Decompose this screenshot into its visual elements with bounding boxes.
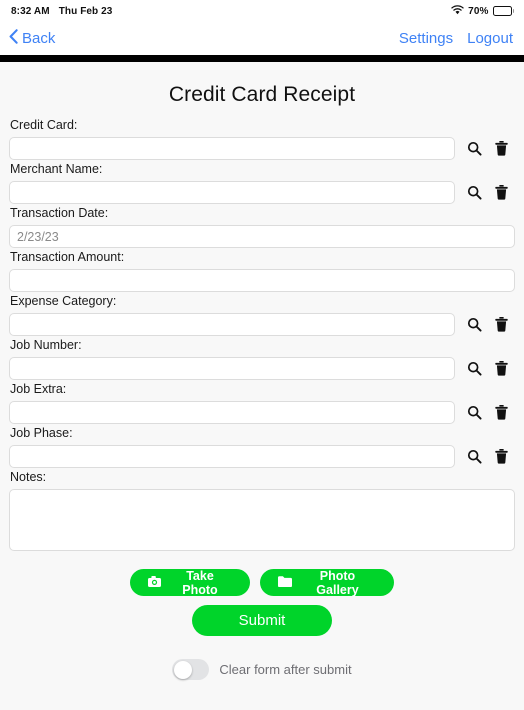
notes-textarea[interactable] — [9, 489, 515, 551]
submit-button[interactable]: Submit — [192, 605, 332, 636]
field-label: Merchant Name: — [10, 162, 103, 176]
page-title: Credit Card Receipt — [168, 83, 356, 106]
status-time: 8:32 AM — [11, 5, 50, 17]
trash-icon[interactable] — [488, 445, 515, 468]
field-label: Job Number: — [10, 338, 82, 352]
photo-gallery-label: Photo Gallery — [316, 568, 359, 597]
field-row — [9, 225, 515, 248]
field-input[interactable] — [9, 269, 515, 292]
field-label: Job Extra: — [10, 382, 67, 396]
search-icon[interactable] — [462, 357, 489, 380]
take-photo-label: Take Photo — [182, 568, 218, 597]
field-input[interactable] — [9, 181, 455, 204]
field-input[interactable] — [9, 401, 455, 424]
chevron-left-icon — [9, 29, 18, 48]
form-fields: Credit Card: Merchant Name: Transaction Da… — [9, 116, 515, 468]
notes-label: Notes: — [10, 470, 47, 484]
folder-icon — [278, 575, 292, 590]
header-divider — [0, 55, 524, 62]
status-date: Thu Feb 23 — [58, 5, 113, 17]
battery-icon — [492, 6, 514, 16]
navigation-bar: Back Settings Logout — [0, 22, 524, 55]
clear-form-toggle[interactable] — [172, 659, 210, 680]
field-input[interactable] — [9, 445, 455, 468]
clear-form-toggle-label: Clear form after submit — [219, 662, 352, 677]
field-row — [9, 445, 515, 468]
field-label: Transaction Date: — [10, 206, 109, 220]
status-bar-right: 70% — [451, 4, 514, 18]
logout-link[interactable]: Logout — [467, 30, 513, 47]
search-icon[interactable] — [462, 401, 489, 424]
trash-icon[interactable] — [488, 357, 515, 380]
field-row — [9, 313, 515, 336]
field-input[interactable] — [9, 313, 455, 336]
field-input[interactable] — [9, 225, 515, 248]
battery-percent-label: 70% — [468, 5, 489, 17]
form-content: Credit Card Receipt Credit Card: Merchant… — [0, 62, 524, 710]
back-button-label: Back — [22, 30, 56, 47]
field-row — [9, 269, 515, 292]
field-row — [9, 357, 515, 380]
clear-form-toggle-row: Clear form after submit — [9, 636, 515, 680]
search-icon[interactable] — [462, 445, 489, 468]
field-label: Expense Category: — [10, 294, 117, 308]
trash-icon[interactable] — [488, 313, 515, 336]
status-bar-left: 8:32 AM Thu Feb 23 — [11, 6, 112, 17]
toggle-knob — [173, 660, 192, 679]
wifi-icon — [451, 4, 464, 18]
field-input[interactable] — [9, 357, 455, 380]
search-icon[interactable] — [462, 181, 489, 204]
field-row — [9, 401, 515, 424]
trash-icon[interactable] — [488, 181, 515, 204]
photo-button-row: Take Photo Photo Gallery — [9, 551, 515, 597]
field-label: Job Phase: — [10, 426, 73, 440]
field-row — [9, 181, 515, 204]
navigation-bar-right: Settings Logout — [399, 30, 513, 47]
photo-gallery-button[interactable]: Photo Gallery — [260, 568, 394, 597]
field-input[interactable] — [9, 137, 455, 160]
field-row — [9, 137, 515, 160]
field-label: Credit Card: — [10, 118, 78, 132]
camera-icon — [148, 575, 161, 590]
settings-link[interactable]: Settings — [399, 30, 453, 47]
submit-button-row: Submit — [9, 596, 515, 636]
search-icon[interactable] — [462, 137, 489, 160]
trash-icon[interactable] — [488, 401, 515, 424]
status-bar: 8:32 AM Thu Feb 23 70% — [0, 0, 524, 22]
search-icon[interactable] — [462, 313, 489, 336]
back-button[interactable]: Back — [9, 29, 55, 48]
field-label: Transaction Amount: — [10, 250, 125, 264]
take-photo-button[interactable]: Take Photo — [130, 568, 250, 597]
trash-icon[interactable] — [488, 137, 515, 160]
